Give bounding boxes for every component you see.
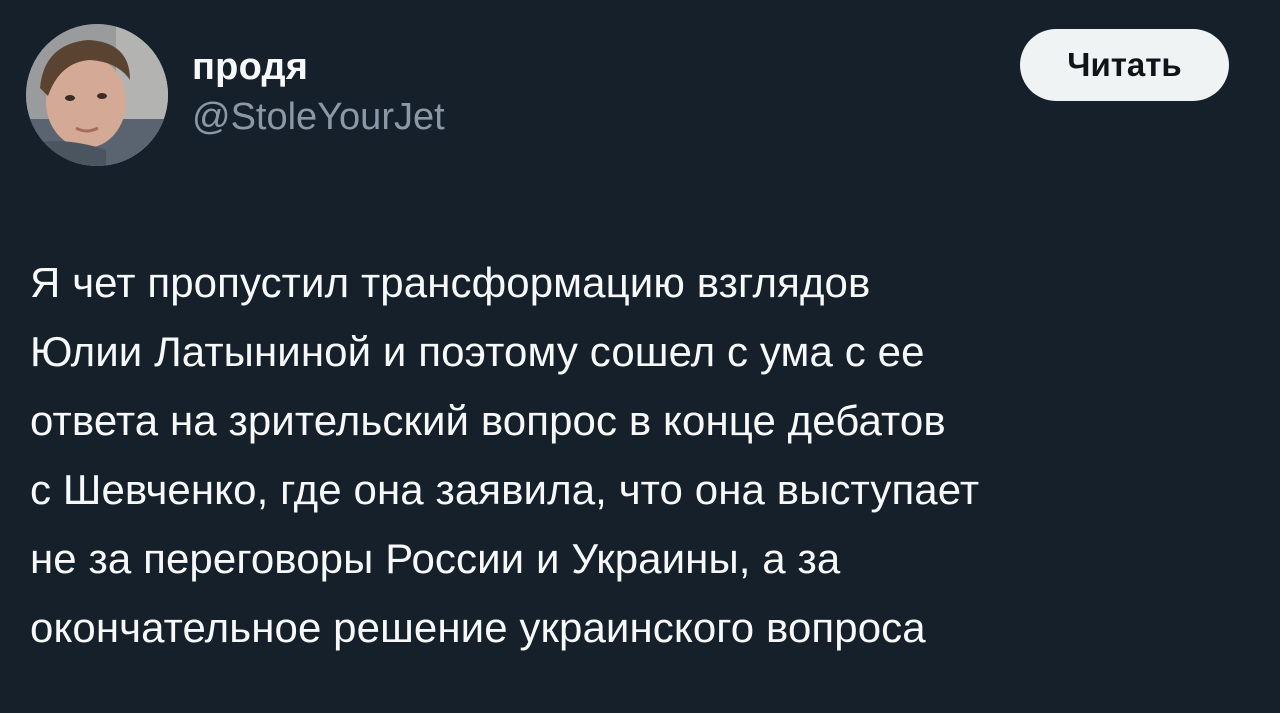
user-handle[interactable]: @StoleYourJet [192,94,445,140]
follow-button[interactable]: Читать [1020,29,1229,101]
tweet-text-line: Я чет пропустил трансформацию взглядов [30,259,871,306]
avatar[interactable] [26,24,168,166]
tweet-text-line: с Шевченко, где она заявила, что она выс… [30,466,980,513]
tweet-text-line: окончательное решение украинского вопрос… [30,604,926,651]
display-name[interactable]: продя [192,44,445,90]
tweet-text: Я чет пропустил трансформацию взглядов Ю… [30,248,1260,662]
tweet-text-line: Юлии Латыниной и поэтому сошел с ума с е… [30,328,925,375]
tweet-card: продя @StoleYourJet Читать Я чет пропуст… [0,0,1280,713]
tweet-text-line: не за переговоры России и Украины, а за [30,535,841,582]
author-info: продя @StoleYourJet [192,44,445,140]
tweet-text-line: ответа на зрительский вопрос в конце деб… [30,397,946,444]
avatar-photo [26,24,168,166]
